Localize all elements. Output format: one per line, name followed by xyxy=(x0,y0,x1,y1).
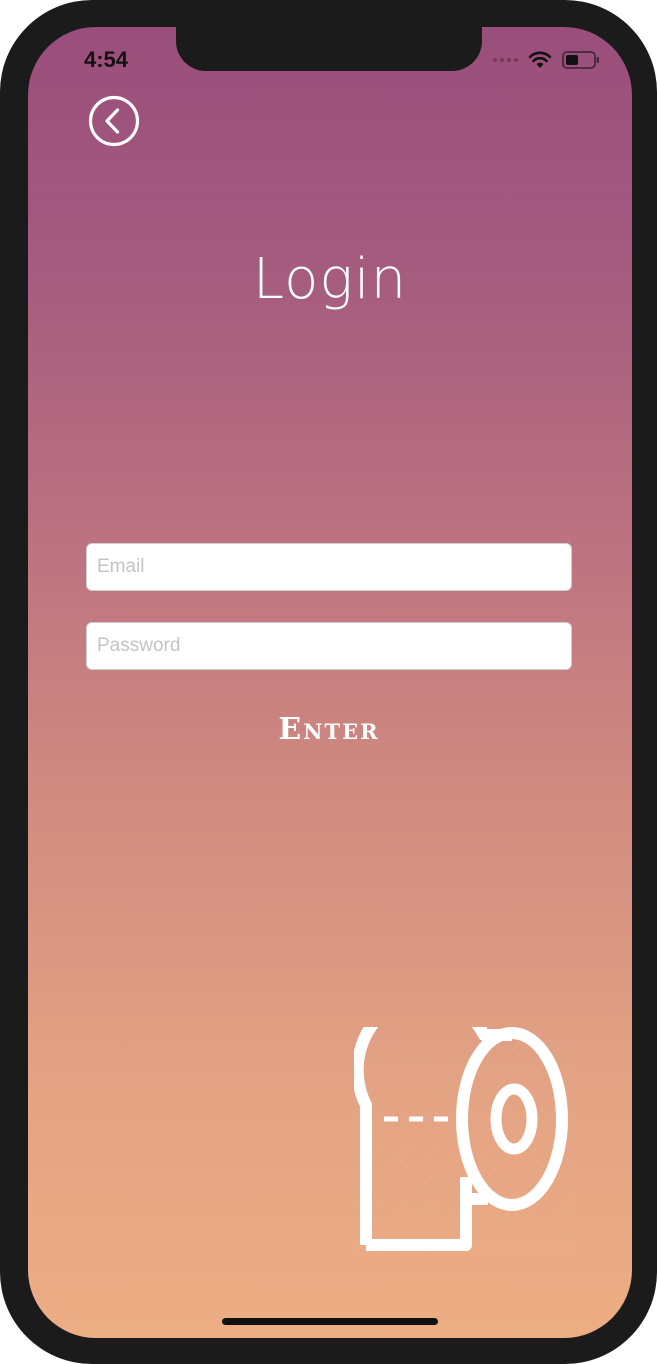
toilet-paper-roll-icon xyxy=(354,1027,576,1257)
battery-icon xyxy=(562,51,599,69)
home-indicator[interactable] xyxy=(222,1318,438,1325)
password-field[interactable] xyxy=(86,622,572,670)
cellular-signal-icon xyxy=(493,58,518,62)
email-field[interactable] xyxy=(86,543,572,591)
status-icons xyxy=(493,49,600,71)
login-screen: 4:54 Login Enter xyxy=(28,27,632,1338)
page-title: Login xyxy=(252,247,408,312)
phone-frame: 4:54 Login Enter xyxy=(0,0,657,1364)
chevron-left-circle-icon xyxy=(88,95,140,147)
device-notch xyxy=(176,27,482,71)
wifi-icon xyxy=(528,51,552,68)
back-button[interactable] xyxy=(88,95,140,147)
status-time: 4:54 xyxy=(84,47,129,72)
enter-button[interactable]: Enter xyxy=(228,709,430,749)
